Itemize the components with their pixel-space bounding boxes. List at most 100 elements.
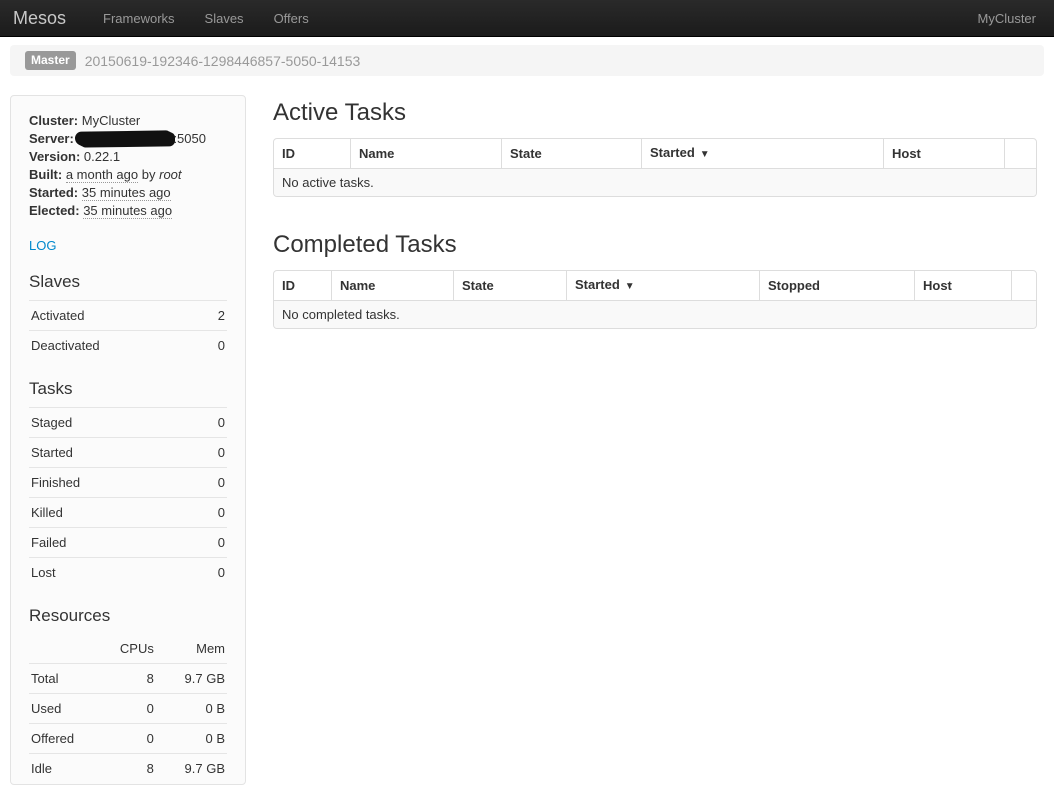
built-info-line: Built: a month ago by root <box>29 166 227 184</box>
completed-tasks-header-row: ID Name State Started ▼ Stopped Host <box>274 271 1036 300</box>
stat-value: 0 <box>218 565 225 580</box>
nav-item-offers[interactable]: Offers <box>259 0 324 37</box>
completed-col-actions <box>1011 271 1036 300</box>
stat-cpus: 0 <box>105 731 154 746</box>
stat-value: 0 <box>218 338 225 353</box>
completed-tasks-empty-row: No completed tasks. <box>274 300 1036 328</box>
slaves-row-deactivated: Deactivated 0 <box>29 330 227 360</box>
elected-info-line: Elected: 35 minutes ago <box>29 202 227 220</box>
stat-value: 2 <box>218 308 225 323</box>
master-badge: Master <box>25 51 76 70</box>
resources-col-cpus: CPUs <box>105 641 154 656</box>
server-address-redacted <box>77 131 173 146</box>
version-value: 0.22.1 <box>84 149 120 164</box>
active-tasks-empty-row: No active tasks. <box>274 168 1036 196</box>
stat-label: Killed <box>31 505 63 520</box>
completed-col-name[interactable]: Name <box>331 271 453 300</box>
resources-header-spacer <box>31 641 105 656</box>
log-link[interactable]: LOG <box>29 238 56 253</box>
stat-mem: 0 B <box>154 731 225 746</box>
tasks-row-killed: Killed 0 <box>29 497 227 527</box>
resources-row-total: Total 8 9.7 GB <box>29 663 227 693</box>
tasks-row-lost: Lost 0 <box>29 557 227 587</box>
active-tasks-table: ID Name State Started ▼ Host No active ta… <box>273 138 1037 197</box>
col-started-label: Started <box>575 277 620 292</box>
nav-item-frameworks[interactable]: Frameworks <box>88 0 190 37</box>
sort-desc-icon: ▼ <box>625 281 635 292</box>
server-label: Server: <box>29 131 74 146</box>
active-col-state[interactable]: State <box>501 139 641 168</box>
sort-desc-icon: ▼ <box>700 149 710 160</box>
resources-row-used: Used 0 0 B <box>29 693 227 723</box>
active-tasks-header-row: ID Name State Started ▼ Host <box>274 139 1036 168</box>
stat-label: Lost <box>31 565 56 580</box>
stat-label: Staged <box>31 415 72 430</box>
stat-label: Used <box>31 701 105 716</box>
tasks-row-staged: Staged 0 <box>29 407 227 437</box>
cluster-value: MyCluster <box>82 113 141 128</box>
slaves-row-activated: Activated 2 <box>29 300 227 330</box>
active-col-started[interactable]: Started ▼ <box>641 139 883 168</box>
completed-col-host[interactable]: Host <box>914 271 1011 300</box>
stat-value: 0 <box>218 535 225 550</box>
active-col-host[interactable]: Host <box>883 139 1004 168</box>
version-label: Version: <box>29 149 80 164</box>
started-info-line: Started: 35 minutes ago <box>29 184 227 202</box>
active-tasks-empty-message: No active tasks. <box>274 168 1036 196</box>
col-started-label: Started <box>650 145 695 160</box>
tasks-row-finished: Finished 0 <box>29 467 227 497</box>
navbar-cluster-name: MyCluster <box>977 11 1054 26</box>
stat-label: Failed <box>31 535 66 550</box>
completed-col-id[interactable]: ID <box>274 271 331 300</box>
completed-tasks-table: ID Name State Started ▼ Stopped Host No c… <box>273 270 1037 329</box>
stat-label: Offered <box>31 731 105 746</box>
slaves-section-title: Slaves <box>29 272 227 292</box>
resources-row-idle: Idle 8 9.7 GB <box>29 753 227 783</box>
stat-mem: 0 B <box>154 701 225 716</box>
built-label: Built: <box>29 167 62 182</box>
stat-label: Deactivated <box>31 338 100 353</box>
resources-section-title: Resources <box>29 606 227 626</box>
active-tasks-title: Active Tasks <box>273 99 1044 127</box>
active-col-name[interactable]: Name <box>350 139 501 168</box>
completed-col-started[interactable]: Started ▼ <box>566 271 759 300</box>
server-port: :5050 <box>173 131 206 146</box>
cluster-label: Cluster: <box>29 113 78 128</box>
built-user: root <box>159 167 181 182</box>
active-col-id[interactable]: ID <box>274 139 350 168</box>
completed-tasks-empty-message: No completed tasks. <box>274 300 1036 328</box>
active-col-actions <box>1004 139 1036 168</box>
started-value: 35 minutes ago <box>82 185 171 201</box>
stat-label: Idle <box>31 761 105 776</box>
stat-label: Started <box>31 445 73 460</box>
tasks-section-title: Tasks <box>29 379 227 399</box>
sidebar-panel: Cluster: MyCluster Server: :5050 Version… <box>10 95 246 785</box>
built-by-word: by <box>142 167 156 182</box>
stat-cpus: 8 <box>105 761 154 776</box>
stat-label: Finished <box>31 475 80 490</box>
cluster-info-line: Cluster: MyCluster <box>29 112 227 130</box>
version-info-line: Version: 0.22.1 <box>29 148 227 166</box>
completed-col-stopped[interactable]: Stopped <box>759 271 914 300</box>
stat-value: 0 <box>218 505 225 520</box>
main-content: Active Tasks ID Name State Started ▼ Host… <box>273 95 1044 329</box>
resources-header-row: CPUs Mem <box>29 634 227 663</box>
nav-item-slaves[interactable]: Slaves <box>190 0 259 37</box>
breadcrumb: Master 20150619-192346-1298446857-5050-1… <box>10 45 1044 76</box>
server-info-line: Server: :5050 <box>29 130 227 148</box>
stat-label: Total <box>31 671 105 686</box>
stat-value: 0 <box>218 415 225 430</box>
completed-tasks-title: Completed Tasks <box>273 231 1044 259</box>
resources-row-offered: Offered 0 0 B <box>29 723 227 753</box>
completed-col-state[interactable]: State <box>453 271 566 300</box>
brand-mesos[interactable]: Mesos <box>0 8 88 29</box>
elected-value: 35 minutes ago <box>83 203 172 219</box>
stat-mem: 9.7 GB <box>154 671 225 686</box>
stat-cpus: 8 <box>105 671 154 686</box>
tasks-row-failed: Failed 0 <box>29 527 227 557</box>
elected-label: Elected: <box>29 203 80 218</box>
top-navbar: Mesos Frameworks Slaves Offers MyCluster <box>0 0 1054 37</box>
built-value: a month ago <box>66 167 138 183</box>
stat-label: Activated <box>31 308 84 323</box>
stat-value: 0 <box>218 475 225 490</box>
